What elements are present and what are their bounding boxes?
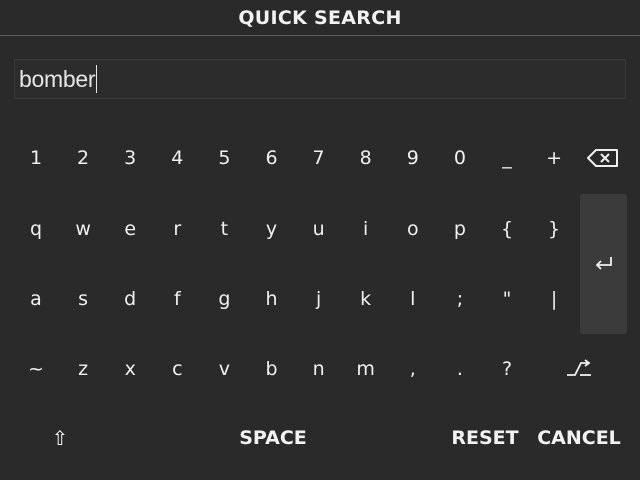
cancel-button[interactable]: CANCEL <box>534 420 624 456</box>
key-row1-8[interactable]: 9 <box>390 135 436 181</box>
key-row4-1[interactable]: z <box>60 346 106 392</box>
symbols-toggle-key[interactable] <box>556 345 602 391</box>
key-row3-8[interactable]: l <box>390 276 436 322</box>
key-row3-1[interactable]: s <box>60 276 106 322</box>
key-row2-1[interactable]: w <box>60 206 106 252</box>
key-row1-10[interactable]: _ <box>484 135 530 181</box>
key-row4-6[interactable]: n <box>296 346 342 392</box>
key-row3-0[interactable]: a <box>13 276 59 322</box>
key-row2-9[interactable]: p <box>437 206 483 252</box>
header: QUICK SEARCH <box>0 0 640 36</box>
key-row2-6[interactable]: u <box>296 206 342 252</box>
shift-icon: ⇧ <box>51 426 69 450</box>
key-row2-2[interactable]: e <box>107 206 153 252</box>
page-title: QUICK SEARCH <box>238 6 402 29</box>
symbols-toggle-icon <box>567 359 591 376</box>
key-row1-3[interactable]: 4 <box>154 135 200 181</box>
enter-key[interactable] <box>580 194 627 334</box>
key-row4-2[interactable]: x <box>107 346 153 392</box>
key-row2-5[interactable]: y <box>249 206 295 252</box>
key-row3-9[interactable]: ; <box>437 276 483 322</box>
enter-icon <box>595 257 612 270</box>
key-row2-11[interactable]: } <box>531 206 577 252</box>
key-row3-2[interactable]: d <box>107 276 153 322</box>
key-row4-9[interactable]: . <box>437 346 483 392</box>
key-row3-10[interactable]: " <box>484 276 530 322</box>
reset-button[interactable]: RESET <box>446 420 524 456</box>
backspace-key[interactable] <box>580 135 626 181</box>
key-row3-3[interactable]: f <box>154 276 200 322</box>
key-row1-6[interactable]: 7 <box>296 135 342 181</box>
key-row4-10[interactable]: ? <box>484 346 530 392</box>
space-button[interactable]: SPACE <box>220 420 326 456</box>
key-row1-11[interactable]: + <box>531 135 577 181</box>
key-row2-0[interactable]: q <box>13 206 59 252</box>
key-row1-4[interactable]: 5 <box>201 135 247 181</box>
key-row2-8[interactable]: o <box>390 206 436 252</box>
key-row3-6[interactable]: j <box>296 276 342 322</box>
reset-button-label: RESET <box>451 427 519 449</box>
key-row2-10[interactable]: { <box>484 206 530 252</box>
key-row4-0[interactable]: ~ <box>13 346 59 392</box>
key-row4-3[interactable]: c <box>154 346 200 392</box>
key-row1-0[interactable]: 1 <box>13 135 59 181</box>
space-button-label: SPACE <box>239 427 307 449</box>
key-row2-4[interactable]: t <box>201 206 247 252</box>
cancel-button-label: CANCEL <box>537 427 621 449</box>
key-row1-9[interactable]: 0 <box>437 135 483 181</box>
key-row4-8[interactable]: , <box>390 346 436 392</box>
key-row4-7[interactable]: m <box>343 346 389 392</box>
key-row1-7[interactable]: 8 <box>343 135 389 181</box>
key-row2-7[interactable]: i <box>343 206 389 252</box>
key-row1-5[interactable]: 6 <box>249 135 295 181</box>
key-row3-7[interactable]: k <box>343 276 389 322</box>
search-input[interactable]: bomber <box>14 59 626 99</box>
shift-key[interactable]: ⇧ <box>40 420 80 456</box>
key-row3-5[interactable]: h <box>249 276 295 322</box>
key-row4-5[interactable]: b <box>249 346 295 392</box>
key-row4-4[interactable]: v <box>201 346 247 392</box>
key-row3-11[interactable]: | <box>531 276 577 322</box>
key-row2-3[interactable]: r <box>154 206 200 252</box>
key-row1-1[interactable]: 2 <box>60 135 106 181</box>
key-row1-2[interactable]: 3 <box>107 135 153 181</box>
key-row3-4[interactable]: g <box>201 276 247 322</box>
text-caret <box>96 65 98 93</box>
search-input-value: bomber <box>19 65 96 92</box>
backspace-icon <box>587 149 618 167</box>
